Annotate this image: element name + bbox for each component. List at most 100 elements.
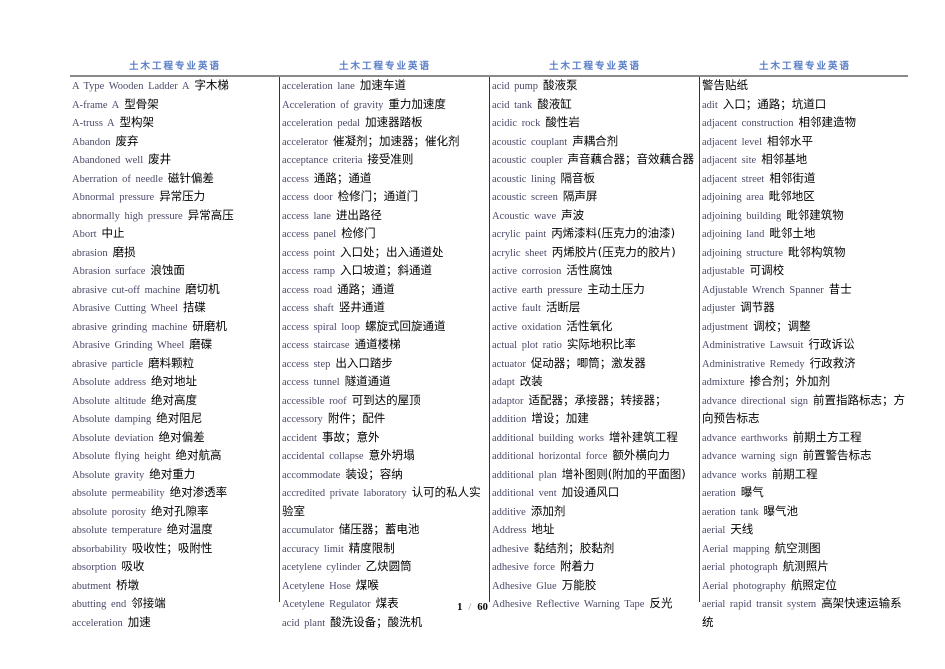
glossary-entry: Acetylene Hose 煤喉 <box>282 577 486 596</box>
glossary-entry: Aerial mapping 航空测图 <box>702 540 906 559</box>
glossary-entry: acceleration pedal 加速器踏板 <box>282 114 486 133</box>
glossary-entry: absorbability 吸收性；吸附性 <box>72 540 277 559</box>
term-english: access <box>282 173 309 185</box>
term-chinese: 吸收性；吸附性 <box>131 540 213 555</box>
term-english: additional building works <box>492 432 604 444</box>
glossary-entry: adjustment 调校；调整 <box>702 318 906 337</box>
glossary-entry: absolute temperature 绝对温度 <box>72 521 277 540</box>
term-english: Administrative Lawsuit <box>702 340 804 351</box>
term-chinese: 添加剂 <box>530 503 566 518</box>
term-english: Administrative Remedy <box>702 358 805 370</box>
running-header-title: 土木工程专业英语 <box>548 61 641 72</box>
glossary-entry: Absolute deviation 绝对偏差 <box>72 429 277 448</box>
term-chinese: 拮碟 <box>182 300 206 314</box>
term-chinese: 异常高压 <box>187 207 234 222</box>
term-chinese: 相邻基地 <box>761 152 808 166</box>
glossary-entry: aerial rapid transit system 高架快速运输系统 <box>702 595 906 632</box>
glossary-entry: access spiral loop 螺旋式回旋通道 <box>282 318 486 337</box>
glossary-entry: aeration 曝气 <box>702 484 906 503</box>
term-english: aeration tank <box>702 506 759 518</box>
term-english: acceptance criteria <box>282 155 363 166</box>
glossary-entry: A-truss A 型构架 <box>72 114 277 133</box>
glossary-entry: Acoustic wave 声波 <box>492 207 696 226</box>
term-english: Adhesive Glue <box>492 580 557 592</box>
term-english: abrasive grinding machine <box>72 321 188 333</box>
running-header-title: 土木工程专业英语 <box>128 61 221 72</box>
term-chinese: 相邻建造物 <box>798 115 857 129</box>
glossary-entry: accredited private laboratory 认可的私人实验室 <box>282 484 486 521</box>
term-english: Abnormal pressure <box>72 192 155 203</box>
document-page: 土木工程专业英语 土木工程专业英语 土木工程专业英语 土木工程专业英语 A Ty… <box>70 60 908 629</box>
term-chinese: 磁针偏差 <box>167 170 214 185</box>
glossary-entry: Absolute address 绝对地址 <box>72 373 277 392</box>
glossary-entry: Abandon 废弃 <box>72 133 277 152</box>
term-chinese: 实际地积比率 <box>566 337 636 351</box>
glossary-columns: A Type Wooden Ladder A 字木梯 A-frame A 型骨架 A-t… <box>70 77 908 629</box>
glossary-entry: acid tank 酸液缸 <box>492 96 696 115</box>
glossary-entry: access road 通路；通道 <box>282 281 486 300</box>
term-english: advance earthworks <box>702 432 788 444</box>
term-chinese: 精度限制 <box>348 540 395 555</box>
glossary-entry: abrasive cut-off machine 磨切机 <box>72 281 277 300</box>
term-english: adjacent construction <box>702 118 794 129</box>
term-english: adjoining land <box>702 229 765 240</box>
term-chinese: 酸液泵 <box>543 78 578 92</box>
term-english: adit <box>702 99 718 111</box>
term-chinese: 万能胶 <box>561 577 597 592</box>
glossary-entry: acoustic couplant 声耦合剂 <box>492 133 696 152</box>
term-english: acoustic screen <box>492 192 558 203</box>
glossary-entry: active corrosion 活性腐蚀 <box>492 262 696 281</box>
term-english: accessory <box>282 414 323 425</box>
term-chinese: 酸洗设备；酸洗机 <box>330 614 423 629</box>
term-chinese: 入口坡道；斜通道 <box>340 263 433 277</box>
glossary-entry: Adhesive Glue 万能胶 <box>492 577 696 596</box>
running-header-title: 土木工程专业英语 <box>338 61 431 72</box>
term-chinese: 桥墩 <box>116 577 140 592</box>
term-chinese: 增补图则(附加的平面图) <box>561 466 686 481</box>
glossary-entry: additive 添加剂 <box>492 503 696 522</box>
term-chinese: 加速车道 <box>359 78 406 92</box>
page-total: 60 <box>477 602 488 613</box>
term-english: adjacent street <box>702 173 765 185</box>
term-english: accommodate <box>282 469 341 481</box>
term-english: acid plant <box>282 617 326 629</box>
glossary-entry: Administrative Lawsuit 行政诉讼 <box>702 336 906 355</box>
term-english: access door <box>282 192 333 203</box>
term-chinese: 适配器；承接器；转接器； <box>528 392 667 407</box>
term-chinese: 通路；通道 <box>337 281 395 296</box>
term-english: access panel <box>282 229 337 240</box>
term-english: advance directional sign <box>702 395 809 407</box>
glossary-entry: Abrasion surface 浪蚀面 <box>72 262 277 281</box>
term-chinese: 储压器；蓄电池 <box>338 522 420 536</box>
glossary-entry: adjoining land 毗邻土地 <box>702 225 906 244</box>
glossary-entry: accessible roof 可到达的屋顶 <box>282 392 486 411</box>
glossary-entry: Absolute flying height 绝对航高 <box>72 447 277 466</box>
term-chinese: 主动土压力 <box>587 281 645 296</box>
glossary-entry: access tunnel 隧道通道 <box>282 373 486 392</box>
term-chinese: 磨碟 <box>189 337 213 351</box>
term-english: absolute temperature <box>72 525 162 536</box>
glossary-entry: access lane 进出路径 <box>282 207 486 226</box>
term-english: acidic rock <box>492 118 541 129</box>
glossary-entry: accelerator 催凝剂；加速器；催化剂 <box>282 133 486 152</box>
glossary-entry: acceleration lane 加速车道 <box>282 77 486 96</box>
term-english: adjoining building <box>702 210 782 222</box>
term-chinese: 浪蚀面 <box>150 263 185 277</box>
term-chinese: 地址 <box>531 522 555 536</box>
term-chinese: 警告贴纸 <box>702 78 748 92</box>
term-english: Acetylene Hose <box>282 580 351 592</box>
glossary-entry: Acceleration of gravity 重力加速度 <box>282 96 486 115</box>
term-chinese: 昔士 <box>828 281 852 296</box>
glossary-entry: Abrasive Grinding Wheel 磨碟 <box>72 336 277 355</box>
term-chinese: 增设；加建 <box>531 411 589 425</box>
term-chinese: 毗邻建筑物 <box>786 207 844 222</box>
term-english: Abort <box>72 229 97 240</box>
term-chinese: 前置警告标志 <box>802 448 872 462</box>
glossary-entry: Address 地址 <box>492 521 696 540</box>
glossary-entry: A Type Wooden Ladder A 字木梯 <box>72 77 277 96</box>
term-english: acrylic sheet <box>492 247 547 259</box>
term-english: A Type Wooden Ladder A <box>72 81 190 92</box>
term-english: acetylene cylinder <box>282 562 361 573</box>
term-english: access point <box>282 247 336 259</box>
term-chinese: 加速 <box>127 614 151 629</box>
